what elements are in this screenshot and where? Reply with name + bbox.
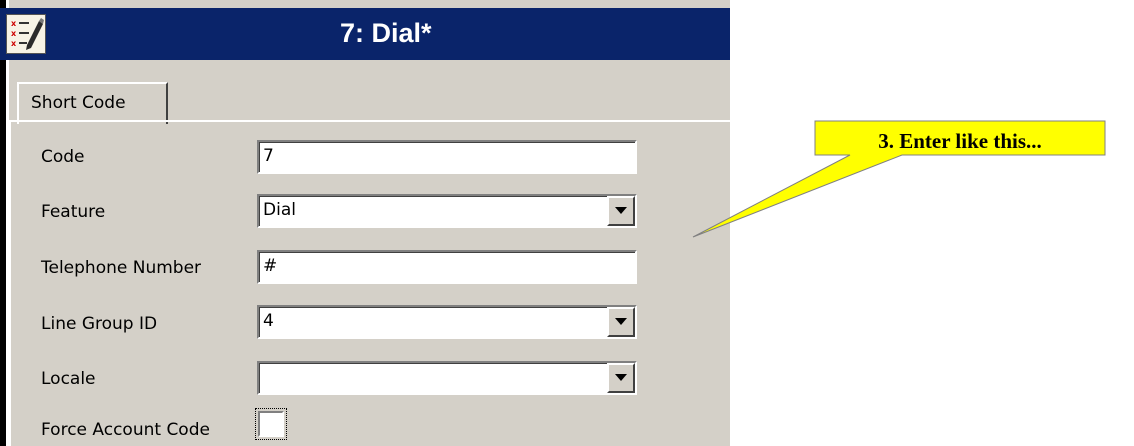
callout-text: 3. Enter like this...: [878, 129, 1042, 153]
callout-bubble: [692, 120, 1106, 238]
